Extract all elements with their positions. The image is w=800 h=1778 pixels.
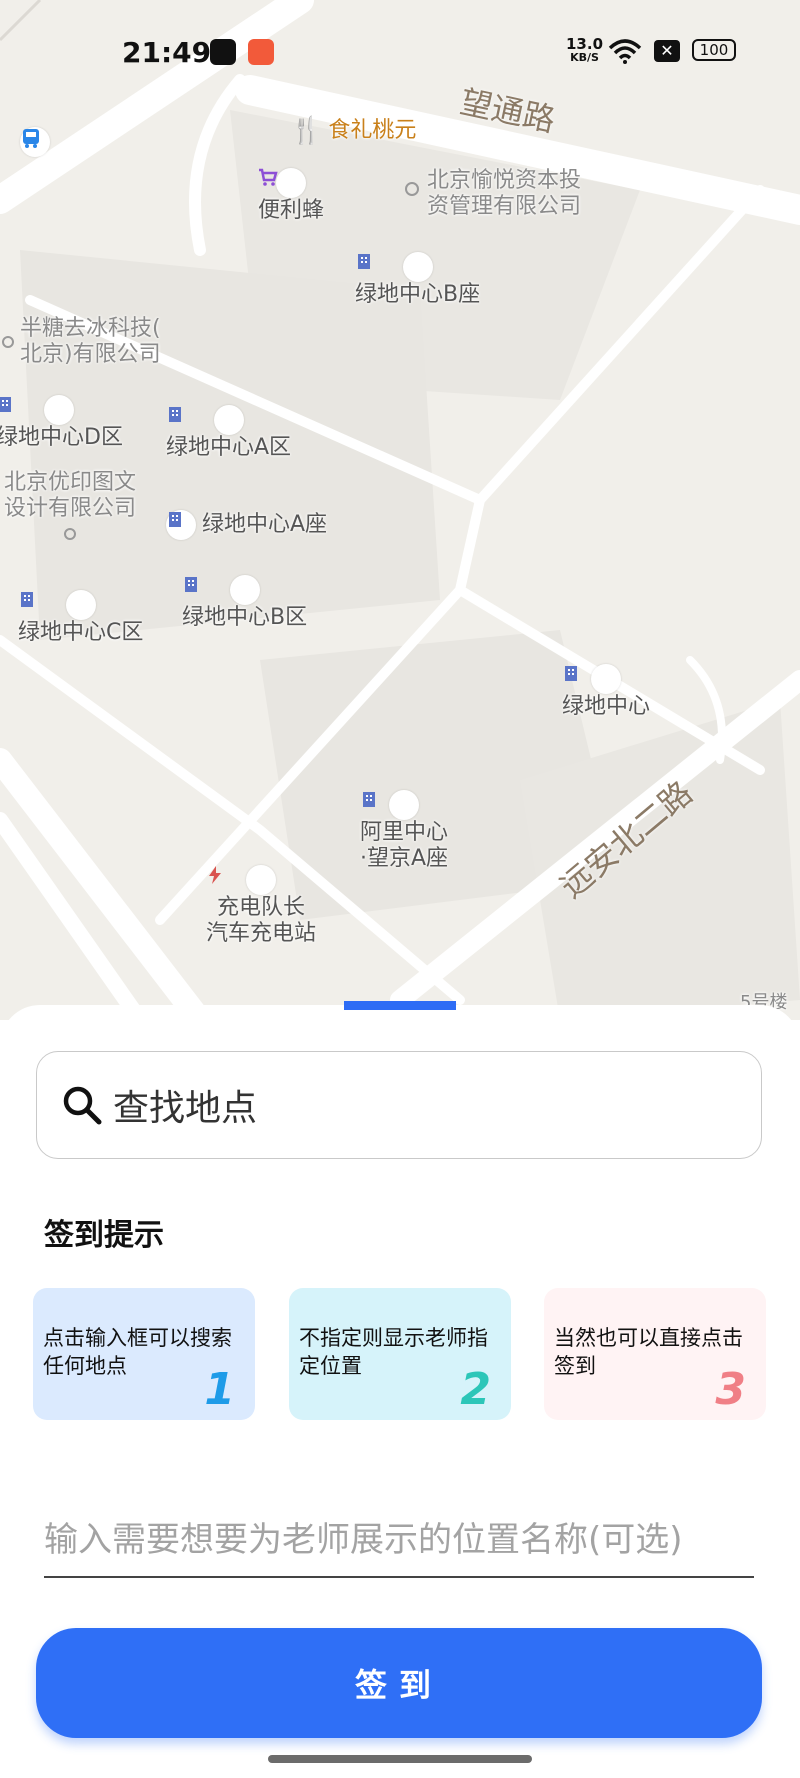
tip-number-3: 3 — [715, 1364, 746, 1415]
tip-card-1: 点击输入框可以搜索任何地点 1 — [33, 1288, 255, 1420]
building-icon — [21, 590, 96, 620]
app-notification-icon — [248, 39, 274, 65]
poi-alibaba-center[interactable]: 阿里中心 ·望京A座 — [360, 790, 448, 872]
restaurant-icon: 🍴 — [290, 116, 323, 146]
wifi-icon — [608, 39, 642, 64]
building-icon — [169, 405, 244, 435]
tiktok-icon — [210, 39, 236, 65]
poi-lvdi-b-zone[interactable]: 绿地中心B区 — [182, 575, 307, 631]
search-placeholder: 查找地点 — [113, 1088, 258, 1129]
poi-label: 绿地中心D区 — [0, 425, 123, 450]
status-time: 21:49 — [122, 36, 212, 69]
tip-number-1: 1 — [204, 1364, 235, 1415]
dot-icon — [64, 528, 76, 540]
dot-icon — [2, 336, 14, 348]
dot-icon — [405, 182, 419, 196]
location-input-placeholder: 输入需要想要为老师展示的位置名称(可选) — [44, 1520, 683, 1560]
poi-bantang[interactable]: 半糖去冰科技( 北京)有限公司 — [2, 316, 161, 368]
bus-stop-icon[interactable] — [20, 127, 50, 157]
poi-lvdi-center[interactable]: 绿地中心 — [562, 664, 650, 720]
search-icon — [63, 1086, 102, 1125]
building-icon — [166, 510, 196, 540]
poi-charging-station[interactable]: 充电队长 汽车充电站 — [206, 865, 316, 947]
building-icon — [363, 790, 420, 820]
poi-label: 绿地中心A座 — [202, 512, 328, 537]
poi-label: 食礼桃元 — [328, 118, 417, 143]
poi-lvdi-a-zone[interactable]: 绿地中心A区 — [166, 405, 291, 461]
poi-label: 北京愉悦资本投 资管理有限公司 — [427, 168, 582, 219]
shopping-cart-icon — [259, 168, 306, 198]
poi-label: 绿地中心A区 — [166, 435, 292, 460]
poi-label: 充电队长 汽车充电站 — [206, 895, 317, 946]
status-bar: 21:49 13.0 KB/S ✕ 100 — [0, 30, 800, 78]
battery-level: 100 — [699, 41, 729, 59]
panel-drag-handle[interactable] — [344, 1001, 456, 1010]
location-name-input[interactable]: 输入需要想要为老师展示的位置名称(可选) — [44, 1512, 754, 1578]
building-icon — [358, 252, 433, 282]
charging-icon — [209, 865, 276, 895]
poi-label: 北京优印图文 设计有限公司 — [4, 470, 137, 521]
tip-number-2: 2 — [460, 1364, 491, 1415]
checkin-button-label: 签到 — [354, 1666, 443, 1704]
poi-restaurant[interactable]: 🍴 食礼桃元 — [290, 116, 416, 146]
poi-label: 阿里中心 ·望京A座 — [360, 820, 449, 871]
no-sim-icon: ✕ — [654, 40, 680, 62]
poi-label: 半糖去冰科技( 北京)有限公司 — [20, 316, 161, 367]
home-indicator[interactable] — [268, 1755, 532, 1763]
poi-lvdi-b-tower[interactable]: 绿地中心B座 — [355, 252, 480, 308]
tip-card-3: 当然也可以直接点击签到 3 — [544, 1288, 766, 1420]
poi-lvdi-a-tower[interactable]: 绿地中心A座 — [166, 510, 327, 540]
net-speed: 13.0 KB/S — [566, 35, 604, 65]
poi-lvdi-c-zone[interactable]: 绿地中心C区 — [18, 590, 143, 646]
net-speed-unit: KB/S — [570, 51, 599, 64]
tips-title: 签到提示 — [44, 1218, 164, 1253]
map-view[interactable]: 望通路 远安北二路 🍴 食礼桃元 便利蜂 北京愉悦资本投 资管理有限公司 绿地中… — [0, 0, 800, 1020]
poi-convenience-store[interactable]: 便利蜂 — [258, 168, 324, 224]
building-icon — [565, 664, 621, 694]
poi-yuyue-capital[interactable]: 北京愉悦资本投 资管理有限公司 — [405, 168, 581, 220]
search-input[interactable]: 查找地点 — [36, 1051, 762, 1159]
checkin-button[interactable]: 签到 — [36, 1628, 762, 1738]
net-speed-value: 13.0 — [566, 35, 604, 53]
poi-label: 绿地中心B座 — [355, 282, 481, 307]
poi-label: 便利蜂 — [258, 198, 325, 223]
poi-lvdi-d-zone[interactable]: 绿地中心D区 — [0, 395, 123, 451]
poi-label: 绿地中心 — [562, 694, 651, 719]
poi-youyin[interactable]: 北京优印图文 设计有限公司 — [4, 470, 136, 540]
poi-label: 绿地中心C区 — [18, 620, 144, 645]
building-icon — [185, 575, 260, 605]
tip-card-2: 不指定则显示老师指定位置 2 — [289, 1288, 511, 1420]
battery-icon: 100 — [692, 39, 736, 61]
poi-label: 绿地中心B区 — [182, 605, 308, 630]
building-icon — [0, 395, 75, 425]
